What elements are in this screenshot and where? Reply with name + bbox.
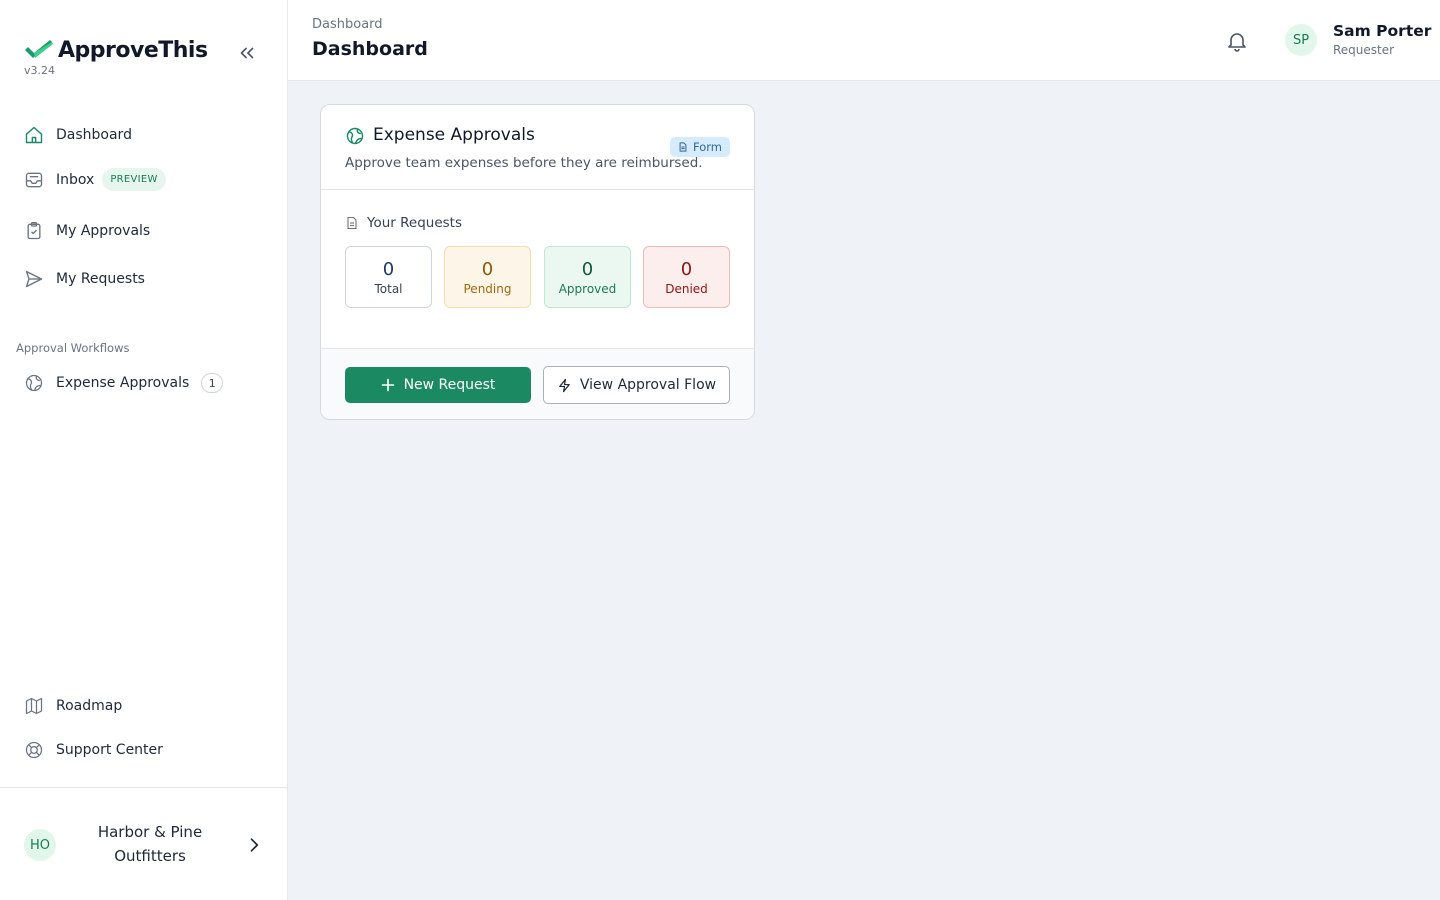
sidebar-item-roadmap[interactable]: Roadmap: [24, 696, 122, 716]
sidebar-item-support-center[interactable]: Support Center: [24, 740, 163, 760]
org-avatar: HO: [24, 829, 56, 861]
top-header: Dashboard Dashboard SP Sam Porter Reques…: [288, 0, 1440, 81]
your-requests-text: Your Requests: [367, 215, 462, 231]
logo[interactable]: ApproveThis: [24, 38, 208, 63]
send-icon: [24, 269, 44, 289]
user-avatar[interactable]: SP: [1285, 24, 1317, 56]
app-version: v3.24: [24, 64, 56, 77]
view-approval-flow-button[interactable]: View Approval Flow: [543, 366, 730, 404]
document-icon: [347, 216, 357, 230]
app-name: ApproveThis: [58, 38, 208, 63]
user-name: Sam Porter: [1333, 22, 1432, 40]
your-requests-label: Your Requests: [345, 215, 462, 231]
sidebar-item-label: Inbox: [56, 171, 95, 188]
view-approval-flow-label: View Approval Flow: [579, 377, 717, 393]
collapse-sidebar-icon[interactable]: [236, 42, 258, 64]
workflows-section-label: Approval Workflows: [16, 341, 130, 355]
sidebar-item-dashboard[interactable]: Dashboard: [24, 125, 132, 145]
stat-pending[interactable]: 0 Pending: [444, 246, 531, 308]
sidebar-item-label: Roadmap: [56, 698, 123, 714]
stat-denied[interactable]: 0 Denied: [643, 246, 730, 308]
sidebar-item-label: Dashboard: [56, 127, 132, 143]
page-title: Dashboard: [312, 38, 428, 60]
card-footer: New Request View Approval Flow: [321, 348, 754, 419]
new-request-button[interactable]: New Request: [345, 367, 531, 403]
sidebar-item-label: My Requests: [56, 271, 145, 287]
card-title: Expense Approvals: [373, 125, 535, 145]
breadcrumb[interactable]: Dashboard: [312, 17, 383, 32]
stat-label: Pending: [463, 282, 512, 296]
sidebar-item-label: Support Center: [56, 742, 163, 758]
clipboard-check-icon: [24, 221, 44, 241]
stat-value: 0: [382, 259, 395, 280]
sidebar-item-inbox[interactable]: Inbox PREVIEW: [24, 168, 166, 191]
sidebar-item-my-requests[interactable]: My Requests: [24, 269, 145, 289]
logo-check-icon: [25, 39, 53, 58]
lightning-icon: [559, 378, 570, 392]
stat-total[interactable]: 0 Total: [345, 246, 432, 308]
form-badge-label: Form: [693, 140, 722, 154]
sidebar: ApproveThis v3.24 Dashboard Inbox PREVIE…: [0, 0, 288, 900]
lifebuoy-icon: [24, 740, 44, 760]
user-role: Requester: [1333, 43, 1395, 57]
org-switcher[interactable]: HO Harbor & Pine Outfitters: [0, 787, 287, 900]
new-request-label: New Request: [403, 377, 496, 393]
stat-value: 0: [680, 259, 693, 280]
stat-label: Approved: [558, 282, 617, 296]
sidebar-item-label: My Approvals: [56, 223, 151, 239]
stat-value: 0: [481, 259, 494, 280]
map-icon: [24, 696, 44, 716]
workflow-count-badge: 1: [201, 373, 224, 393]
card-description: Approve team expenses before they are re…: [345, 155, 703, 171]
stat-label: Denied: [665, 282, 708, 296]
workflow-card: Expense Approvals Approve team expenses …: [320, 104, 755, 420]
org-name: Harbor & Pine Outfitters: [97, 823, 203, 865]
sidebar-item-my-approvals[interactable]: My Approvals: [24, 221, 150, 241]
form-badge: Form: [670, 137, 730, 157]
globe-icon: [24, 373, 44, 393]
plus-icon: [381, 378, 394, 392]
sidebar-item-expense-approvals[interactable]: Expense Approvals 1: [24, 373, 224, 393]
sidebar-item-label: Expense Approvals: [56, 375, 190, 391]
stat-label: Total: [374, 282, 403, 296]
chevron-right-icon[interactable]: [244, 835, 264, 855]
inbox-icon: [24, 170, 44, 190]
globe-icon: [346, 127, 364, 145]
notification-bell-icon[interactable]: [1225, 29, 1249, 53]
home-icon: [24, 125, 44, 145]
stat-value: 0: [581, 259, 594, 280]
document-icon: [679, 142, 687, 152]
stat-approved[interactable]: 0 Approved: [544, 246, 631, 308]
preview-badge: PREVIEW: [102, 168, 166, 191]
card-header: Expense Approvals Approve team expenses …: [321, 105, 754, 190]
